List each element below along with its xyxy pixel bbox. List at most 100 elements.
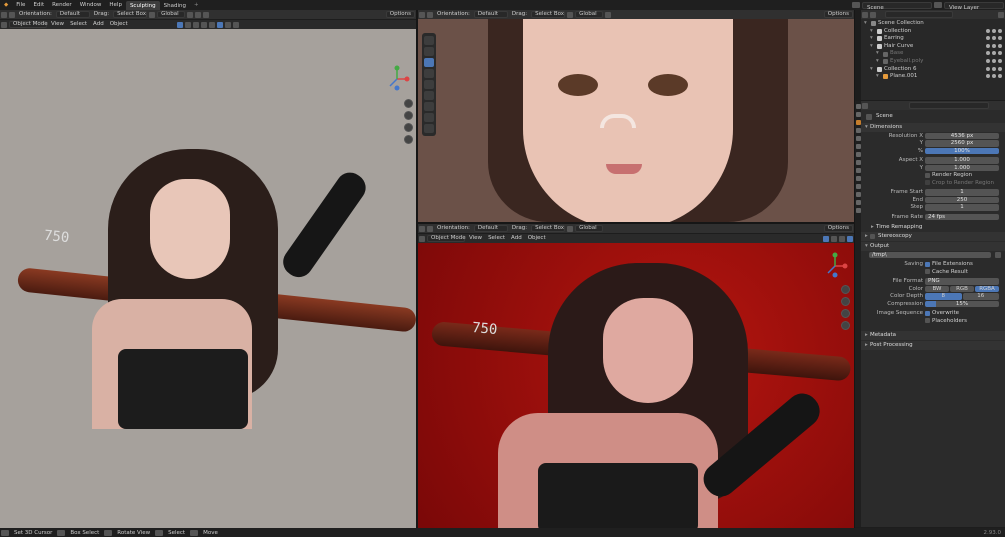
editor-type-icon[interactable] bbox=[1, 11, 7, 18]
outliner-row[interactable]: ▾ Hair Curve bbox=[861, 43, 1005, 51]
eye-icon[interactable] bbox=[992, 74, 996, 79]
move-tool-icon[interactable] bbox=[424, 58, 434, 67]
top-right-3d-viewport[interactable] bbox=[418, 19, 854, 222]
transform-tool-icon[interactable] bbox=[427, 11, 433, 18]
eye-icon[interactable] bbox=[992, 36, 996, 41]
file-format-dropdown[interactable]: PNG bbox=[925, 278, 999, 285]
menu-select[interactable]: Select bbox=[67, 20, 90, 29]
gizmo-toggle-icon[interactable] bbox=[184, 21, 191, 28]
menu-object[interactable]: Object bbox=[107, 20, 131, 29]
zoom-icon[interactable] bbox=[404, 99, 413, 108]
add-cube-tool-icon[interactable] bbox=[424, 124, 434, 133]
transform-tool-icon[interactable] bbox=[9, 11, 15, 18]
expand-arrow-icon[interactable]: ▾ bbox=[870, 28, 875, 36]
options-dropdown[interactable]: Options bbox=[823, 11, 853, 18]
color-depth-16-button[interactable]: 16 bbox=[962, 293, 999, 300]
editor-type-icon[interactable] bbox=[419, 11, 425, 18]
crop-region-checkbox[interactable] bbox=[925, 180, 930, 186]
orientation-dropdown[interactable]: Default bbox=[55, 11, 90, 18]
frame-rate-dropdown[interactable]: 24 fps bbox=[925, 213, 999, 220]
pivot-icon[interactable] bbox=[187, 11, 194, 18]
select-tool-icon[interactable] bbox=[424, 36, 434, 45]
eye-icon[interactable] bbox=[992, 28, 996, 33]
rotate-tool-icon[interactable] bbox=[424, 69, 434, 78]
tab-shading[interactable]: Shading bbox=[160, 1, 190, 10]
frame-end-field[interactable]: 250 bbox=[925, 196, 999, 203]
eye-icon[interactable] bbox=[992, 66, 996, 71]
options-dropdown[interactable]: Options bbox=[385, 11, 415, 18]
object-mode-dropdown[interactable]: Object Mode bbox=[427, 235, 466, 242]
expand-arrow-icon[interactable]: ▾ bbox=[876, 73, 881, 81]
camera-icon[interactable] bbox=[998, 58, 1002, 63]
resolution-x-field[interactable]: 4536 px bbox=[925, 132, 999, 139]
checkbox-icon[interactable] bbox=[986, 43, 990, 48]
camera-view-icon[interactable] bbox=[841, 309, 850, 318]
menu-view[interactable]: View bbox=[466, 234, 485, 243]
expand-arrow-icon[interactable]: ▾ bbox=[870, 43, 875, 51]
outliner-row[interactable]: ▾ Collection 6 bbox=[861, 66, 1005, 74]
camera-view-icon[interactable] bbox=[404, 123, 413, 132]
navigation-gizmo[interactable] bbox=[820, 251, 850, 281]
menu-add[interactable]: Add bbox=[508, 234, 525, 243]
transform-dropdown[interactable]: Global bbox=[575, 225, 604, 232]
render-region-checkbox[interactable] bbox=[925, 172, 930, 178]
outliner-row[interactable]: ▾ Earring bbox=[861, 35, 1005, 43]
outliner-row[interactable]: ▾ Plane.001 bbox=[861, 73, 1005, 81]
eye-icon[interactable] bbox=[992, 43, 996, 48]
snap-icon[interactable] bbox=[605, 11, 612, 18]
expand-arrow-icon[interactable]: ▾ bbox=[870, 35, 875, 43]
outliner-row[interactable]: ▾ Scene Collection bbox=[861, 20, 1005, 28]
checkbox-icon[interactable] bbox=[986, 28, 990, 33]
view-object-types-icon[interactable] bbox=[823, 235, 829, 242]
aspect-y-field[interactable]: 1.000 bbox=[925, 164, 999, 171]
shading-rendered-icon[interactable] bbox=[847, 235, 853, 242]
dimensions-section-header[interactable]: ▾ Dimensions bbox=[861, 123, 1005, 132]
overwrite-checkbox[interactable] bbox=[925, 310, 930, 316]
outliner-search-input[interactable] bbox=[885, 11, 953, 18]
color-bw-button[interactable]: BW bbox=[925, 285, 949, 292]
menu-object[interactable]: Object bbox=[525, 234, 549, 243]
checkbox-icon[interactable] bbox=[986, 36, 990, 41]
time-remapping-subsection[interactable]: ▸ Time Remapping bbox=[861, 223, 1005, 232]
menu-window[interactable]: Window bbox=[76, 0, 106, 10]
shading-material-icon[interactable] bbox=[224, 21, 231, 28]
menu-view[interactable]: View bbox=[48, 20, 67, 29]
bottom-right-render-viewport[interactable]: 750 bbox=[418, 243, 854, 528]
editor-type-icon[interactable] bbox=[419, 225, 425, 232]
output-path-field[interactable]: /tmp\ bbox=[869, 251, 991, 259]
stereoscopy-checkbox[interactable] bbox=[870, 233, 875, 239]
expand-arrow-icon[interactable]: ▾ bbox=[870, 66, 875, 74]
camera-icon[interactable] bbox=[998, 51, 1002, 56]
expand-arrow-icon[interactable]: ▾ bbox=[876, 58, 881, 66]
frame-start-field[interactable]: 1 bbox=[925, 189, 999, 196]
eye-icon[interactable] bbox=[992, 58, 996, 63]
folder-icon[interactable] bbox=[995, 252, 1001, 258]
measure-tool-icon[interactable] bbox=[424, 113, 434, 122]
post-processing-section-header[interactable]: ▸ Post Processing bbox=[861, 340, 1005, 350]
orientation-dropdown[interactable]: Default bbox=[473, 225, 508, 232]
color-depth-8-button[interactable]: 8 bbox=[925, 293, 962, 300]
checkbox-icon[interactable] bbox=[986, 51, 990, 56]
transform-dropdown[interactable]: Global bbox=[575, 11, 604, 18]
scale-tool-icon[interactable] bbox=[424, 80, 434, 89]
display-mode-icon[interactable] bbox=[870, 11, 876, 18]
blender-logo-icon[interactable]: ◆ bbox=[0, 0, 12, 10]
checkbox-icon[interactable] bbox=[986, 74, 990, 79]
options-dropdown[interactable]: Options bbox=[823, 225, 853, 232]
properties-search-input[interactable] bbox=[909, 102, 989, 109]
expand-arrow-icon[interactable]: ▾ bbox=[876, 50, 881, 58]
view-object-types-icon[interactable] bbox=[176, 21, 183, 28]
expand-arrow-icon[interactable]: ▾ bbox=[864, 20, 869, 28]
add-workspace-icon[interactable]: + bbox=[190, 0, 203, 10]
drag-dropdown[interactable]: Select Box bbox=[531, 225, 566, 232]
frame-step-field[interactable]: 1 bbox=[925, 204, 999, 211]
ortho-toggle-icon[interactable] bbox=[404, 135, 413, 144]
camera-icon[interactable] bbox=[998, 28, 1002, 33]
transform-tool-icon[interactable] bbox=[424, 91, 434, 100]
color-rgba-button[interactable]: RGBA bbox=[975, 285, 999, 292]
xray-toggle-icon[interactable] bbox=[200, 21, 207, 28]
shading-wireframe-icon[interactable] bbox=[208, 21, 215, 28]
file-extensions-checkbox[interactable] bbox=[925, 261, 930, 267]
outliner-row[interactable]: ▾ Eyeball.poly bbox=[861, 58, 1005, 66]
menu-file[interactable]: File bbox=[12, 0, 29, 10]
